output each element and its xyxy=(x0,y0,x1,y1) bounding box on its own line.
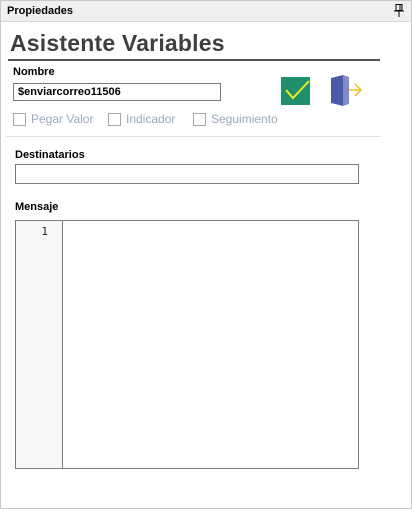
panel-title: Propiedades xyxy=(7,5,74,17)
page-title: Asistente Variables xyxy=(10,30,225,56)
panel-titlebar: Propiedades xyxy=(1,1,411,22)
nombre-label: Nombre xyxy=(13,66,55,78)
line-number-gutter: 1 xyxy=(16,221,63,468)
indicador-label: Indicador xyxy=(126,112,176,126)
properties-panel: Propiedades Asistente Variables Nombre $… xyxy=(0,0,412,509)
pin-icon[interactable] xyxy=(394,4,404,17)
title-divider xyxy=(8,59,380,61)
indicador-checkbox[interactable]: Indicador xyxy=(108,112,175,126)
seguimiento-label: Seguimiento xyxy=(211,112,278,126)
destinatarios-input[interactable] xyxy=(15,164,359,184)
mensaje-label: Mensaje xyxy=(15,201,59,213)
nombre-input[interactable]: $enviarcorreo11506 xyxy=(13,83,221,101)
pegar-valor-label: Pegar Valor xyxy=(31,112,94,126)
checkbox-box[interactable] xyxy=(13,112,26,126)
pegar-valor-checkbox[interactable]: Pegar Valor xyxy=(13,112,93,126)
checkbox-box[interactable] xyxy=(108,112,121,126)
line-number: 1 xyxy=(41,225,48,238)
seguimiento-checkbox[interactable]: Seguimiento xyxy=(193,112,278,126)
section-divider xyxy=(6,136,381,137)
exit-door-icon[interactable] xyxy=(329,74,363,108)
mensaje-editor[interactable]: 1 xyxy=(15,220,359,469)
checkbox-box[interactable] xyxy=(193,112,206,126)
destinatarios-label: Destinatarios xyxy=(15,149,85,161)
check-icon[interactable] xyxy=(281,77,310,105)
